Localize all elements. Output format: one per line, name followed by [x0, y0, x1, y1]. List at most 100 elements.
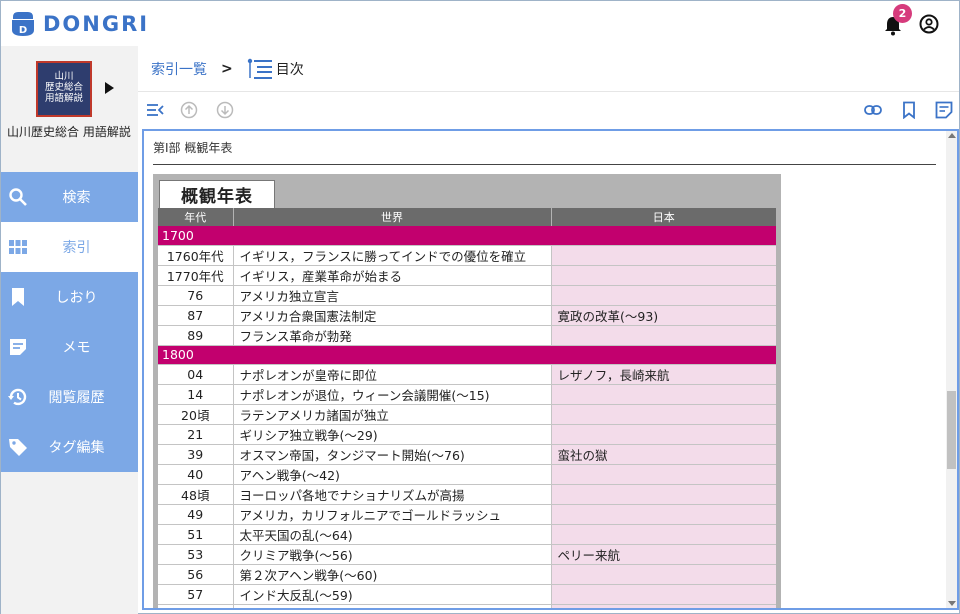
world-event-cell: フランス革命が勃発 — [233, 325, 552, 346]
app-name: DONGRI — [43, 11, 150, 36]
main-content: 索引一覧 > 目次 第Ⅰ部 概観年表 概観年表 年代 世界 日本 1700 17… — [138, 46, 959, 614]
japan-event-cell — [551, 504, 776, 526]
chronology-title: 概観年表 — [159, 180, 275, 208]
sidebar-item-bookmarks[interactable]: しおり — [1, 272, 138, 322]
year-cell: 89 — [158, 325, 234, 346]
sidebar-item-index[interactable]: 索引 — [1, 222, 138, 272]
arrow-up-circle-icon[interactable] — [180, 101, 198, 119]
sidebar-item-history[interactable]: 閲覧履歴 — [1, 372, 138, 422]
world-event-cell — [233, 604, 552, 608]
scroll-up-arrow-icon[interactable] — [948, 133, 956, 138]
japan-event-cell — [551, 584, 776, 606]
top-bar: D DONGRI 2 — [1, 1, 959, 46]
book-cover[interactable]: 山川 歴史総合 用語解説 — [36, 61, 92, 117]
history-icon — [8, 388, 27, 406]
table-row: 1770年代 イギリス，産業革命が始まる — [158, 265, 776, 286]
year-cell: 58 — [158, 604, 234, 608]
sidebar: 山川 歴史総合 用語解説 山川歴史総合 用語解説 検索 索引 しおり メモ 閲覧… — [1, 46, 138, 614]
table-row: 51 太平天国の乱(～64) — [158, 524, 776, 546]
world-event-cell: ナポレオンが皇帝に即位 — [233, 364, 552, 386]
viewer-toolbar — [138, 92, 959, 128]
tag-icon — [9, 439, 27, 456]
japan-event-cell: ペリー来航 — [551, 544, 776, 566]
section-divider — [153, 164, 936, 165]
table-row: 1760年代 イギリス，フランスに勝ってインドでの優位を確立 — [158, 245, 776, 266]
memo-icon — [10, 339, 26, 355]
scroll-down-arrow-icon[interactable] — [948, 601, 956, 606]
japan-event-cell — [551, 384, 776, 406]
table-row: 20頃 ラテンアメリカ諸国が独立 — [158, 404, 776, 426]
table-row: 39 オスマン帝国，タンジマート開始(～76) 蛮社の獄 — [158, 444, 776, 466]
content-viewer[interactable]: 第Ⅰ部 概観年表 概観年表 年代 世界 日本 1700 1760年代 イギリス，フラ… — [142, 129, 959, 610]
table-row: 76 アメリカ独立宣言 — [158, 285, 776, 306]
breadcrumb: 索引一覧 > 目次 — [138, 46, 959, 92]
bookmark-outline-icon[interactable] — [900, 101, 918, 119]
year-cell: 56 — [158, 564, 234, 586]
japan-event-cell — [551, 464, 776, 486]
sidebar-item-tag-edit[interactable]: タグ編集 — [1, 422, 138, 472]
world-event-cell: インド大反乱(～59) — [233, 584, 552, 606]
section-title: 第Ⅰ部 概観年表 — [153, 141, 233, 155]
sidebar-item-memo[interactable]: メモ — [1, 322, 138, 372]
app-logo[interactable]: D DONGRI — [11, 11, 149, 37]
japan-event-cell — [551, 285, 776, 306]
year-cell: 40 — [158, 464, 234, 486]
world-event-cell: ラテンアメリカ諸国が独立 — [233, 404, 552, 426]
table-row: 48頃 ヨーロッパ各地でナショナリズムが高揚 — [158, 484, 776, 506]
century-row: 1700 — [158, 226, 776, 246]
logo-shield-icon: D — [12, 11, 34, 36]
table-row: 04 ナポレオンが皇帝に即位 レザノフ，長崎来航 — [158, 364, 776, 386]
table-row: 58 日米修好通商条約 — [158, 604, 776, 608]
account-icon[interactable] — [919, 14, 939, 34]
world-event-cell: イギリス，産業革命が始まる — [233, 265, 552, 286]
breadcrumb-index-list[interactable]: 索引一覧 — [151, 59, 207, 79]
year-cell: 87 — [158, 305, 234, 326]
world-event-cell: ギリシア独立戦争(～29) — [233, 424, 552, 446]
chronology-body: 1700 1760年代 イギリス，フランスに勝ってインドでの優位を確立 1770年代イ… — [158, 226, 776, 608]
japan-event-cell — [551, 325, 776, 346]
world-event-cell: アヘン戦争(～42) — [233, 464, 552, 486]
arrow-down-circle-icon[interactable] — [216, 101, 234, 119]
link-icon[interactable] — [864, 101, 882, 119]
century-row: 1800 — [158, 345, 776, 366]
world-event-cell: イギリス，フランスに勝ってインドでの優位を確立 — [233, 245, 552, 266]
table-row: 40 アヘン戦争(～42) — [158, 464, 776, 486]
world-event-cell: 太平天国の乱(～64) — [233, 524, 552, 546]
japan-event-cell — [551, 404, 776, 426]
note-icon[interactable] — [935, 101, 953, 119]
sidebar-item-search[interactable]: 検索 — [1, 172, 138, 222]
year-cell: 48頃 — [158, 484, 234, 506]
scroll-thumb[interactable] — [947, 391, 956, 469]
search-icon — [9, 188, 27, 206]
japan-event-cell — [551, 484, 776, 506]
table-row: 21 ギリシア独立戦争(～29) — [158, 424, 776, 446]
table-row: 89 フランス革命が勃発 — [158, 325, 776, 346]
toc-list-icon — [247, 58, 272, 79]
chronology-figure: 概観年表 年代 世界 日本 1700 1760年代 イギリス，フランスに勝ってインド… — [153, 174, 781, 608]
year-cell: 76 — [158, 285, 234, 306]
grid-icon — [9, 240, 27, 254]
year-cell: 53 — [158, 544, 234, 566]
book-expand-arrow-icon[interactable] — [105, 82, 114, 94]
svg-text:D: D — [19, 25, 27, 36]
column-header-world: 世界 — [233, 208, 552, 226]
breadcrumb-current: 目次 — [247, 58, 304, 80]
table-row: 87 アメリカ合衆国憲法制定 寛政の改革(～93) — [158, 305, 776, 326]
vertical-scrollbar[interactable] — [946, 131, 957, 608]
notification-badge: 2 — [893, 4, 912, 23]
world-event-cell: アメリカ，カリフォルニアでゴールドラッシュ — [233, 504, 552, 526]
table-row: 57 インド大反乱(～59) — [158, 584, 776, 606]
japan-event-cell: 日米修好通商条約 — [551, 604, 776, 608]
world-event-cell: アメリカ独立宣言 — [233, 285, 552, 306]
breadcrumb-separator-icon: > — [221, 60, 233, 77]
notifications-button[interactable]: 2 — [883, 4, 912, 36]
century-label: 1700 — [158, 226, 776, 246]
japan-event-cell — [551, 245, 776, 266]
collapse-menu-icon[interactable] — [146, 101, 164, 119]
year-cell: 57 — [158, 584, 234, 606]
year-cell: 39 — [158, 444, 234, 466]
japan-event-cell — [551, 265, 776, 286]
world-event-cell: クリミア戦争(～56) — [233, 544, 552, 566]
year-cell: 51 — [158, 524, 234, 546]
year-cell: 49 — [158, 504, 234, 526]
